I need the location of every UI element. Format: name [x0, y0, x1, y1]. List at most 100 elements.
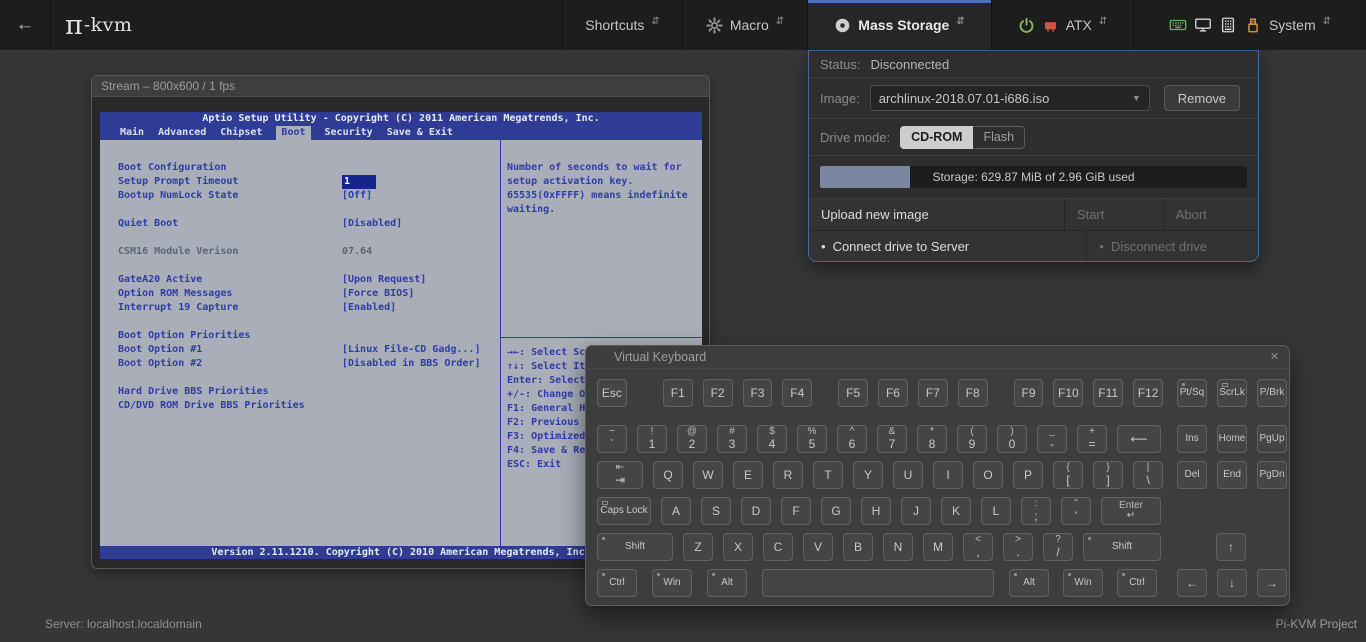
key-minus[interactable]: _-: [1037, 425, 1067, 453]
key-bracket-right[interactable]: }]: [1093, 461, 1123, 489]
key-comma[interactable]: <,: [963, 533, 993, 561]
key-alt-left[interactable]: Alt: [707, 569, 747, 597]
abort-upload-button[interactable]: Abort: [1164, 199, 1258, 230]
keyboard-window-titlebar[interactable]: Virtual Keyboard ×: [586, 346, 1289, 369]
start-upload-button[interactable]: Start: [1065, 199, 1164, 230]
close-icon[interactable]: ×: [1270, 347, 1279, 367]
menu-macro[interactable]: Macro ⇵: [682, 0, 807, 50]
key-shift-left[interactable]: Shift: [597, 533, 673, 561]
key-insert[interactable]: Ins: [1177, 425, 1207, 453]
key-scroll-lock[interactable]: ScrLk: [1217, 379, 1247, 407]
key-period[interactable]: >.: [1003, 533, 1033, 561]
key-f11[interactable]: F11: [1093, 379, 1123, 407]
key-i[interactable]: I: [933, 461, 963, 489]
key-f1[interactable]: F1: [663, 379, 693, 407]
mode-cdrom-button[interactable]: CD-ROM: [900, 126, 973, 149]
key-d[interactable]: D: [741, 497, 771, 525]
key-t[interactable]: T: [813, 461, 843, 489]
key-l[interactable]: L: [981, 497, 1011, 525]
key-arrow-right[interactable]: →: [1257, 569, 1287, 597]
key-end[interactable]: End: [1217, 461, 1247, 489]
key-c[interactable]: C: [763, 533, 793, 561]
key-f2[interactable]: F2: [703, 379, 733, 407]
key-backspace[interactable]: ⟵: [1117, 425, 1161, 453]
key-a[interactable]: A: [661, 497, 691, 525]
key-f5[interactable]: F5: [838, 379, 868, 407]
key-q[interactable]: Q: [653, 461, 683, 489]
key-r[interactable]: R: [773, 461, 803, 489]
key-win-left[interactable]: Win: [652, 569, 692, 597]
key-p[interactable]: P: [1013, 461, 1043, 489]
key-arrow-down[interactable]: ↓: [1217, 569, 1247, 597]
key-arrow-left[interactable]: ←: [1177, 569, 1207, 597]
key-print-screen[interactable]: Pt/Sq: [1177, 379, 1207, 407]
key-digit-2[interactable]: @2: [677, 425, 707, 453]
key-h[interactable]: H: [861, 497, 891, 525]
connect-drive-button[interactable]: • Connect drive to Server: [809, 231, 1087, 261]
key-enter[interactable]: Enter↵: [1101, 497, 1161, 525]
key-digit-6[interactable]: ^6: [837, 425, 867, 453]
key-digit-7[interactable]: &7: [877, 425, 907, 453]
key-f6[interactable]: F6: [878, 379, 908, 407]
key-quote[interactable]: "': [1061, 497, 1091, 525]
mode-flash-button[interactable]: Flash: [973, 126, 1025, 149]
key-delete[interactable]: Del: [1177, 461, 1207, 489]
key-digit-4[interactable]: $4: [757, 425, 787, 453]
key-ctrl-left[interactable]: Ctrl: [597, 569, 637, 597]
key-z[interactable]: Z: [683, 533, 713, 561]
key-m[interactable]: M: [923, 533, 953, 561]
key-win-right[interactable]: Win: [1063, 569, 1103, 597]
project-link[interactable]: Pi-KVM Project: [1276, 617, 1357, 631]
key-shift-right[interactable]: Shift: [1083, 533, 1161, 561]
key-s[interactable]: S: [701, 497, 731, 525]
key-f8[interactable]: F8: [958, 379, 988, 407]
key-digit-5[interactable]: %5: [797, 425, 827, 453]
key-digit-9[interactable]: (9: [957, 425, 987, 453]
key-e[interactable]: E: [733, 461, 763, 489]
key-f12[interactable]: F12: [1133, 379, 1163, 407]
key-k[interactable]: K: [941, 497, 971, 525]
key-ctrl-right[interactable]: Ctrl: [1117, 569, 1157, 597]
key-page-down[interactable]: PgDn: [1257, 461, 1287, 489]
key-backslash[interactable]: |\: [1133, 461, 1163, 489]
key-y[interactable]: Y: [853, 461, 883, 489]
upload-image-button[interactable]: Upload new image: [809, 199, 1065, 230]
key-x[interactable]: X: [723, 533, 753, 561]
key-f4[interactable]: F4: [782, 379, 812, 407]
menu-atx[interactable]: ATX ⇵: [991, 0, 1133, 50]
key-esc[interactable]: Esc: [597, 379, 627, 407]
key-digit-0[interactable]: )0: [997, 425, 1027, 453]
key-pause-break[interactable]: P/Brk: [1257, 379, 1287, 407]
stream-window-titlebar[interactable]: Stream – 800x600 / 1 fps: [92, 76, 709, 97]
key-tab[interactable]: ⇤⇥: [597, 461, 643, 489]
menu-system[interactable]: System ⇵: [1133, 0, 1366, 50]
key-j[interactable]: J: [901, 497, 931, 525]
back-button[interactable]: ←: [0, 0, 51, 50]
key-slash[interactable]: ?/: [1043, 533, 1073, 561]
key-g[interactable]: G: [821, 497, 851, 525]
key-page-up[interactable]: PgUp: [1257, 425, 1287, 453]
key-f7[interactable]: F7: [918, 379, 948, 407]
key-f3[interactable]: F3: [743, 379, 773, 407]
key-backquote[interactable]: ~`: [597, 425, 627, 453]
key-digit-1[interactable]: !1: [637, 425, 667, 453]
remove-image-button[interactable]: Remove: [1164, 85, 1240, 111]
disconnect-drive-button[interactable]: • Disconnect drive: [1087, 231, 1258, 261]
key-home[interactable]: Home: [1217, 425, 1247, 453]
key-arrow-up[interactable]: ↑: [1216, 533, 1246, 561]
menu-mass-storage[interactable]: Mass Storage ⇵: [807, 0, 991, 50]
key-b[interactable]: B: [843, 533, 873, 561]
key-o[interactable]: O: [973, 461, 1003, 489]
key-f[interactable]: F: [781, 497, 811, 525]
key-f9[interactable]: F9: [1014, 379, 1044, 407]
key-n[interactable]: N: [883, 533, 913, 561]
key-u[interactable]: U: [893, 461, 923, 489]
key-f10[interactable]: F10: [1053, 379, 1083, 407]
key-digit-3[interactable]: #3: [717, 425, 747, 453]
key-alt-right[interactable]: Alt: [1009, 569, 1049, 597]
menu-shortcuts[interactable]: Shortcuts ⇵: [562, 0, 682, 50]
key-digit-8[interactable]: *8: [917, 425, 947, 453]
key-equal[interactable]: +=: [1077, 425, 1107, 453]
key-caps-lock[interactable]: Caps Lock: [597, 497, 651, 525]
key-w[interactable]: W: [693, 461, 723, 489]
